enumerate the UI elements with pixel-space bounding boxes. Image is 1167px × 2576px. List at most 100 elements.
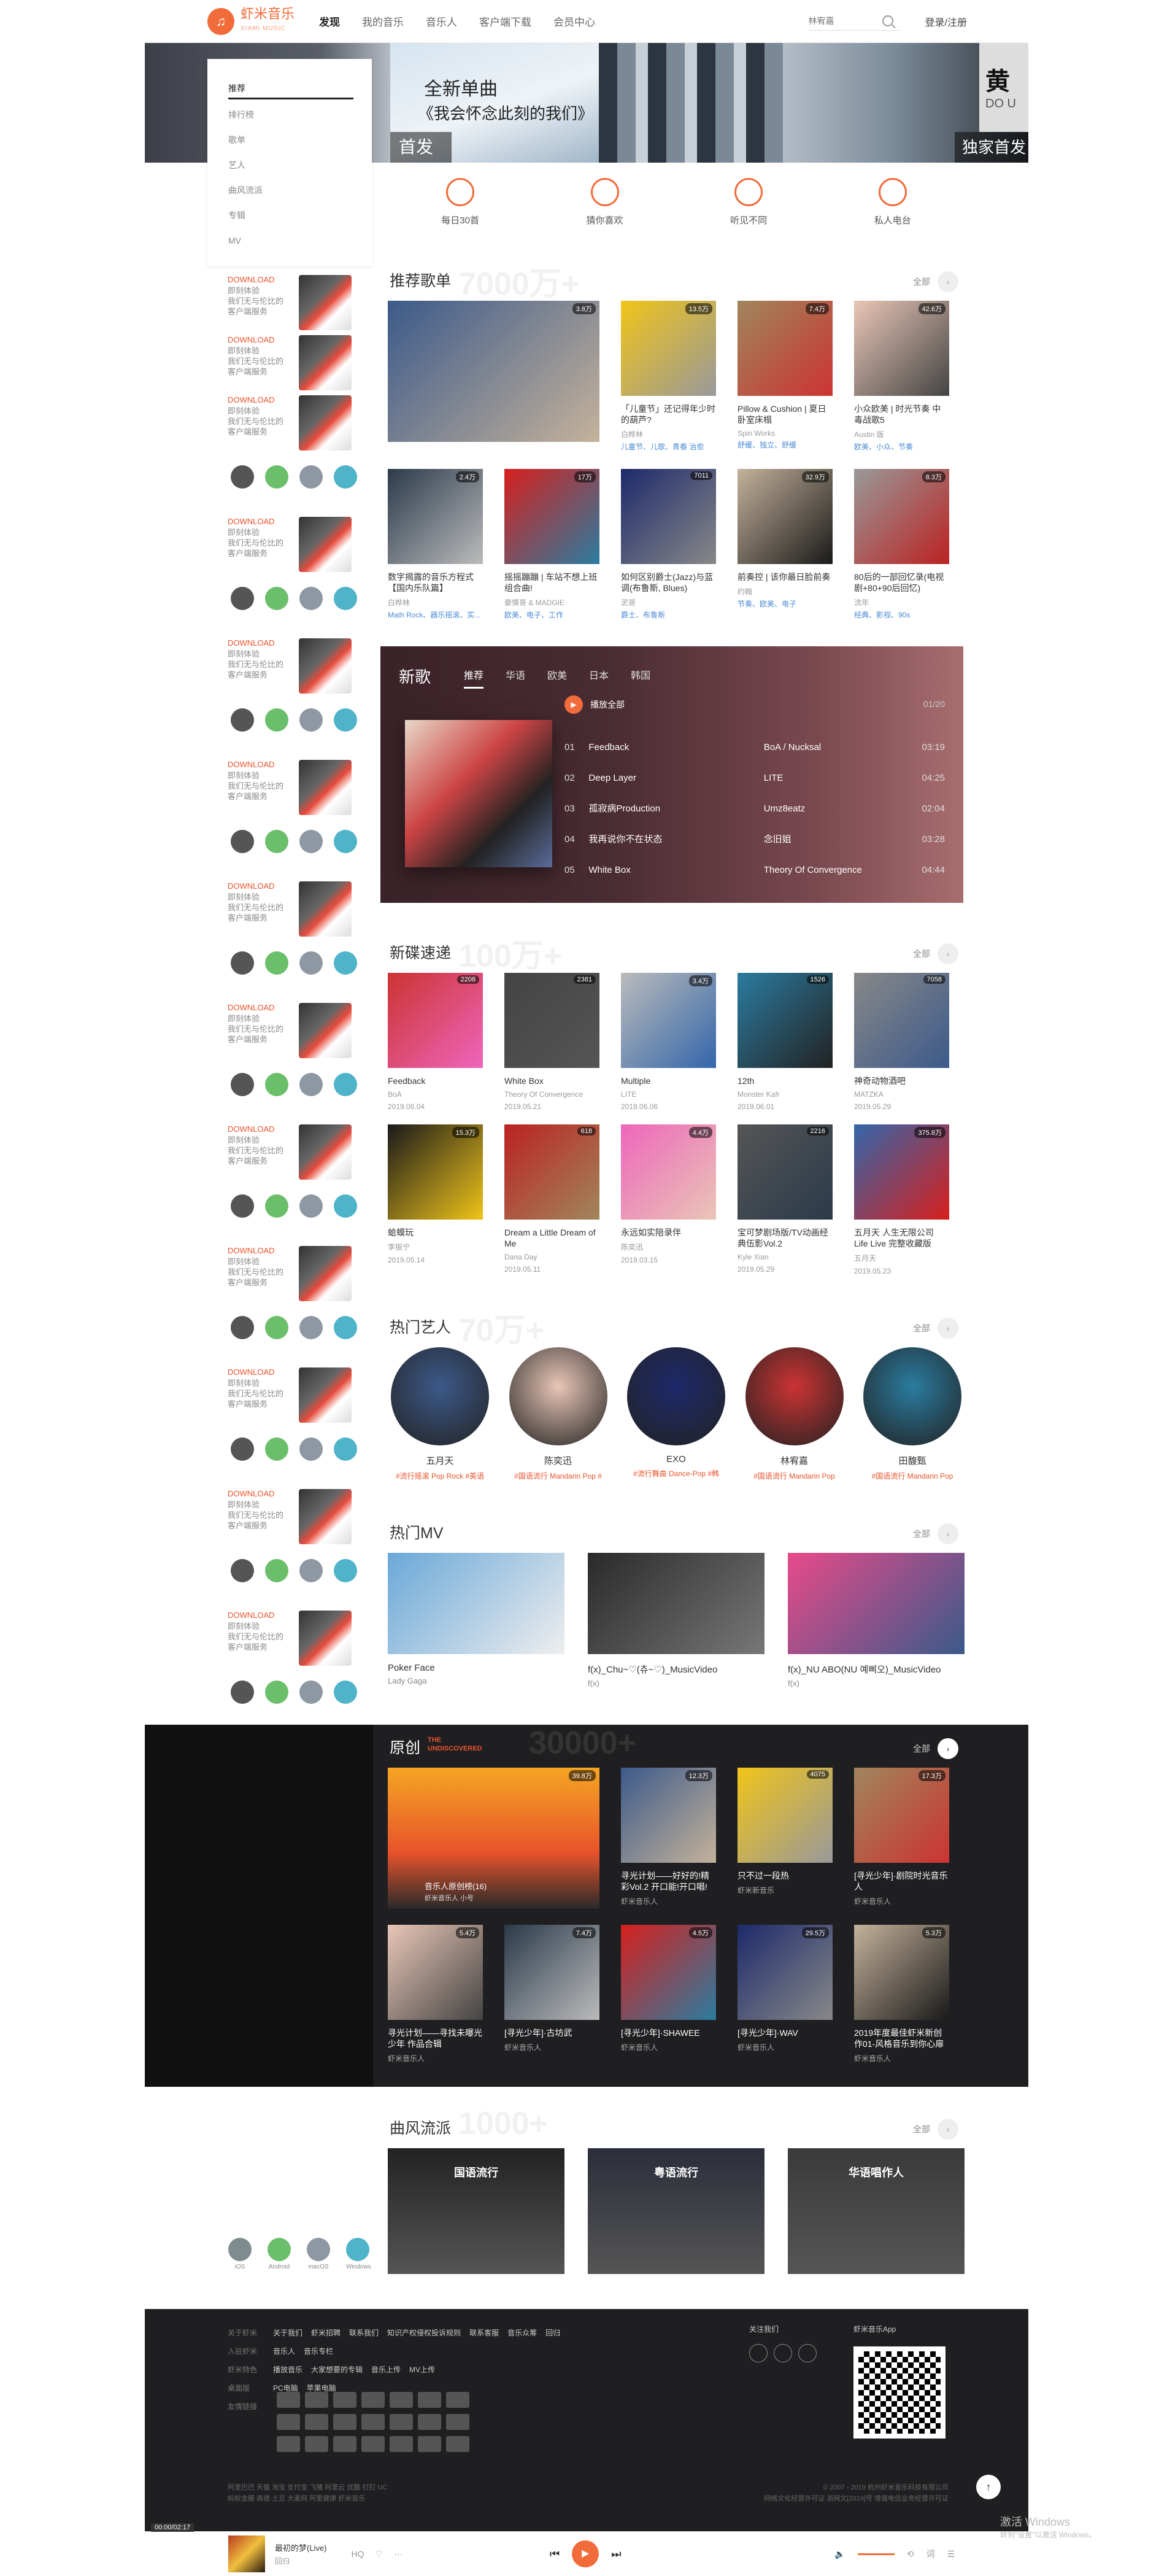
artist-card[interactable]: 陈奕迅 #国语流行 Mandarin Pop # [509,1347,607,1481]
playlist-card[interactable]: 7.4万 Pillow & Cushion | 夏日卧室床榻 Spin Works 舒… [738,301,833,452]
album-card[interactable]: 2208 Feedback BoA 2019.06.04 [388,973,483,1111]
more-link[interactable]: 全部 › [913,1318,958,1339]
playlist-name[interactable]: 数字揭露的音乐方程式【国内乐队篇】 [388,571,483,594]
original-card[interactable]: 5.3万 2019年度最佳虾米新创作01-风格音乐到你心扉 虾米音乐人 [854,1925,949,2064]
artist-avatar[interactable] [863,1347,961,1445]
playlist-author[interactable]: 泥哥 [621,597,716,608]
song-title[interactable]: 我再说你不在状态 [588,824,763,855]
album-cover[interactable]: 2381 [504,973,599,1068]
album-artist[interactable]: Kyle Xian [738,1253,833,1261]
song-row[interactable]: 03 孤寂病Production Umz8eatz 02:04 [564,794,945,824]
original-name[interactable]: [寻光少年]·古坊武 [504,2027,599,2038]
hq-badge[interactable]: HQ [352,2549,364,2559]
partner-logo[interactable] [390,2414,413,2430]
android-icon[interactable] [265,1681,288,1704]
original-author[interactable]: 虾米音乐人 [504,2042,599,2052]
artist-name[interactable]: 陈奕迅 [509,1454,607,1467]
nav-vip[interactable]: 会员中心 [553,14,595,29]
playlist-card[interactable]: 42.6万 小众欧美 | 时光节奏 中毒战歌5 Austin 版欧美、小众、节奏 [854,301,949,452]
android-icon[interactable] [265,587,288,610]
menu-item-recommend[interactable]: 推荐 [228,77,353,99]
playlist-card[interactable]: 7011 如何区别爵士(Jazz)与蓝调(布鲁斯, Blues) 泥哥 爵士、布鲁斯 [621,469,716,620]
playlist-cover[interactable]: 32.9万 [738,469,833,564]
footer-link[interactable]: 播放音乐 [273,2365,302,2374]
playlist-tags[interactable]: 儿童节、儿歌、青春 治愈 [621,441,716,452]
search-icon[interactable] [882,15,893,26]
album-card[interactable]: 7058 神奇动物酒吧 MATZKA 2019.05.29 [854,973,949,1111]
album-card[interactable]: 2216 宝可梦剧场版/TV动画经典伍影Vol.2 Kyle Xian 2019.05… [738,1124,833,1275]
artist-avatar[interactable] [745,1347,844,1445]
android-icon[interactable] [265,1559,288,1582]
album-name[interactable]: Multiple [621,1075,716,1086]
song-title[interactable]: White Box [588,855,763,886]
song-title[interactable]: 孤寂病Production [588,794,763,824]
tab-recommend[interactable]: 推荐 [464,667,484,689]
partner-logo[interactable] [446,2392,469,2408]
android-icon[interactable] [265,951,288,975]
artist-avatar[interactable] [391,1347,489,1445]
album-card[interactable]: 4.4万 永远如实陪录伴 陈奕迅 2019.03.15 [621,1124,716,1275]
download-ad[interactable]: DOWNLOAD即刻体验我们无与伦比的客户端服务 [207,266,372,330]
artist-genre[interactable]: #流行摇滚 Pop Rock #英语 [391,1471,489,1481]
song-artist[interactable]: BoA / Nucksal [764,732,921,763]
qq-icon[interactable] [798,2344,817,2362]
player-artist[interactable]: 回归 [275,2556,327,2566]
original-name[interactable]: 只不过一段热 [738,1870,833,1881]
playlist-name[interactable]: 小众欧美 | 时光节奏 中毒战歌5 [854,403,949,425]
footer-link[interactable]: 音乐上传 [371,2365,401,2374]
windows-icon[interactable] [334,951,357,975]
artist-genre[interactable]: #国语流行 Mandarin Pop [745,1471,844,1481]
windows-icon[interactable] [334,1194,357,1218]
album-card[interactable]: 15.3万 蛤蟆玩 李振宁 2019.05.14 [388,1124,483,1275]
original-author[interactable]: 虾米新音乐 [738,1885,833,1895]
original-author[interactable]: 虾米音乐人 [388,2053,483,2064]
album-name[interactable]: Feedback [388,1075,483,1086]
album-artist[interactable]: Monster Kafr [738,1090,833,1099]
original-cover[interactable]: 4075 [738,1768,833,1863]
nav-discover[interactable]: 发现 [319,14,340,29]
genre-card[interactable]: 华语唱作人 [788,2148,965,2274]
mac-icon[interactable] [299,1681,323,1704]
heart-icon[interactable]: ♡ [376,2549,383,2559]
album-artist[interactable]: BoA [388,1090,483,1099]
song-title[interactable]: Feedback [588,732,763,763]
volume-icon[interactable]: 🔈 [834,2549,845,2559]
android-icon[interactable] [265,1316,288,1339]
playlist-cover[interactable]: 7.4万 [738,301,833,396]
partner-logo[interactable] [446,2414,469,2430]
song-row[interactable]: 01 Feedback BoA / Nucksal 03:19 [564,732,945,763]
footer-link[interactable]: 苹果电脑 [307,2384,336,2392]
next-icon[interactable]: ⏭ [611,2548,621,2561]
banner-tab[interactable]: 首发 [390,132,452,163]
song-artist[interactable]: 念旧姐 [764,824,921,855]
apple-icon[interactable] [231,1316,254,1339]
album-card[interactable]: 3.4万 Multiple LITE 2019.06.06 [621,973,716,1111]
song-row[interactable]: 05 White Box Theory Of Convergence 04:44 [564,855,945,886]
original-card-featured[interactable]: 39.8万 音乐人原创榜(16) 虾米音乐人 小号 [388,1768,599,1909]
partner-logo[interactable] [361,2414,385,2430]
apple-icon[interactable] [231,951,254,975]
apple-icon[interactable] [231,1437,254,1461]
artist-avatar[interactable] [627,1347,725,1445]
album-cover[interactable]: 618 [504,1124,599,1220]
play-all-button[interactable]: ▶ 播放全部 [564,695,625,714]
mac-icon[interactable] [299,830,323,853]
playlist-cover[interactable]: 17万 [504,469,599,564]
store-ios[interactable]: iOS [228,2238,252,2270]
playlist-cover[interactable]: 13.5万 [621,301,716,396]
weibo-icon[interactable] [749,2344,768,2362]
original-card[interactable]: 4.5万 [寻光少年]·SHAWEE 虾米音乐人 [621,1925,716,2064]
artist-avatar[interactable] [509,1347,607,1445]
footer-link[interactable]: 关于我们 [273,2329,302,2337]
android-icon[interactable] [265,708,288,732]
original-card[interactable]: 17.3万 [寻光少年]·剧院时光音乐人 虾米音乐人 [854,1768,949,1909]
new-songs-pager[interactable]: 01/20 [923,699,945,709]
artist-card[interactable]: 林宥嘉 #国语流行 Mandarin Pop [745,1347,844,1481]
playlist-name[interactable]: 摇摇蹦蹦 | 车站不想上班组合曲! [504,571,599,594]
original-cover[interactable]: 29.5万 [738,1925,833,2020]
playlist-cover[interactable]: 7011 [621,469,716,564]
partner-logo[interactable] [333,2436,356,2452]
playlist-name[interactable]: Pillow & Cushion | 夏日卧室床榻 [738,403,833,425]
windows-icon[interactable] [334,1559,357,1582]
original-cover[interactable]: 17.3万 [854,1768,949,1863]
